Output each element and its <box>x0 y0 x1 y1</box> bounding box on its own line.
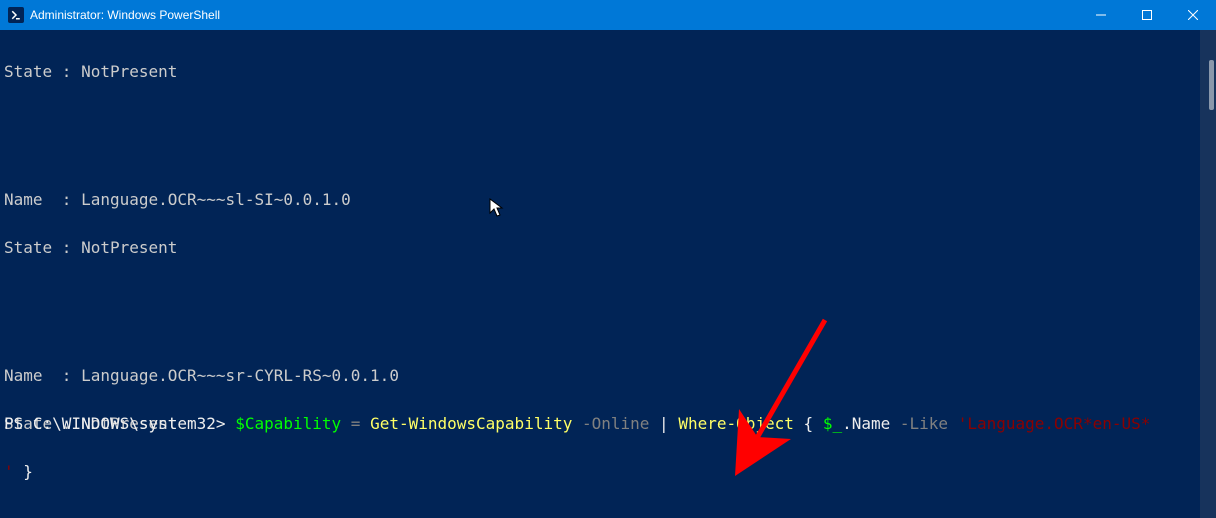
token-command: Get-WindowsCapability <box>370 414 572 433</box>
output-line: State : NotPresent <box>4 64 1212 80</box>
minimize-button[interactable] <box>1078 0 1124 30</box>
prompt-prefix: PS C:\WINDOWS\system32> <box>4 414 235 433</box>
terminal-output[interactable]: State : NotPresent Name : Language.OCR~~… <box>0 30 1216 518</box>
token-string: ' <box>4 462 14 481</box>
close-button[interactable] <box>1170 0 1216 30</box>
output-line: State : NotPresent <box>4 240 1212 256</box>
token-flag: -Online <box>572 414 649 433</box>
token-variable: $Capability <box>235 414 341 433</box>
titlebar[interactable]: Administrator: Windows PowerShell <box>0 0 1216 30</box>
token-brace: { <box>794 414 823 433</box>
window-title: Administrator: Windows PowerShell <box>30 8 220 22</box>
token-operator: = <box>341 414 370 433</box>
scrollbar-thumb[interactable] <box>1209 60 1214 110</box>
token-brace: } <box>14 462 33 481</box>
token-operator: -Like <box>890 414 957 433</box>
maximize-button[interactable] <box>1124 0 1170 30</box>
token-pipe: | <box>649 414 678 433</box>
token-member: .Name <box>842 414 890 433</box>
token-command: Where-Object <box>678 414 794 433</box>
vertical-scrollbar[interactable] <box>1200 30 1216 518</box>
powershell-icon <box>8 7 24 23</box>
prompt-line[interactable]: PS C:\WINDOWS\system32> $Capability = Ge… <box>4 384 1212 512</box>
token-string: ' <box>958 414 968 433</box>
output-line: Name : Language.OCR~~~sr-CYRL-RS~0.0.1.0 <box>4 368 1212 384</box>
output-line: Name : Language.OCR~~~sl-SI~0.0.1.0 <box>4 192 1212 208</box>
token-variable: $_ <box>823 414 842 433</box>
token-string: Language.OCR*en-US* <box>967 414 1150 433</box>
